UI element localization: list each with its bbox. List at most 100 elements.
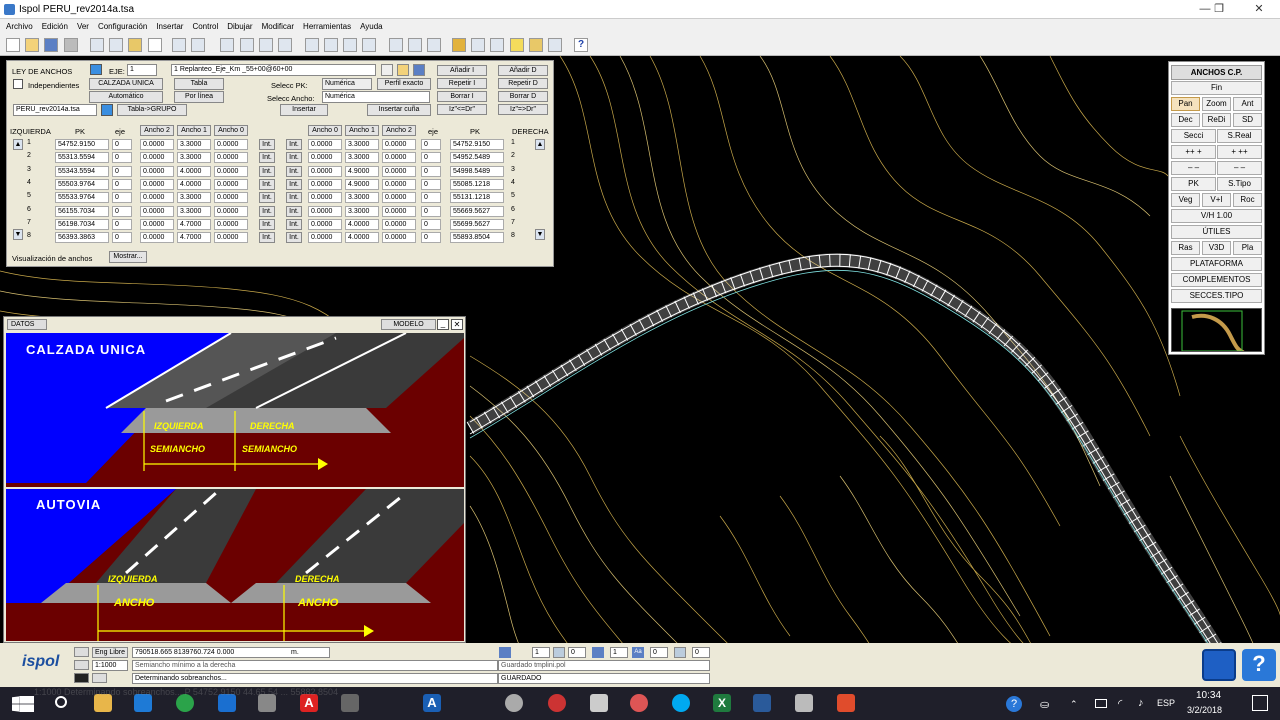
help-icon[interactable]: ? (574, 38, 588, 52)
left-cell[interactable]: 55503.9764 (55, 178, 109, 190)
left-scroll-up[interactable]: ▲ (13, 139, 23, 150)
calculator-icon[interactable] (427, 38, 441, 52)
left-cell[interactable]: 4.0000 (177, 165, 211, 177)
left-cell[interactable]: 3.3000 (177, 205, 211, 217)
left-cell[interactable]: 0 (112, 232, 132, 244)
datos-tab[interactable]: DATOS (7, 319, 47, 330)
ant-button[interactable]: Ant (1233, 97, 1262, 111)
left-cell[interactable]: 0.0000 (214, 218, 248, 230)
right-cell[interactable]: 0 (421, 192, 441, 204)
secces-tipo-section[interactable]: SECCES.TIPO (1171, 289, 1262, 303)
layers-icon[interactable] (389, 38, 403, 52)
eng-libre-button[interactable]: Eng Libre (92, 647, 128, 658)
right-cell[interactable]: 0.0000 (308, 232, 342, 244)
folder-tool-icon[interactable] (529, 38, 543, 52)
window-taskbar-icon[interactable] (795, 694, 813, 712)
view-plan-icon[interactable] (305, 38, 319, 52)
close-button[interactable]: ✕ (1244, 2, 1274, 17)
select-icon[interactable] (548, 38, 562, 52)
open-folder-icon[interactable] (25, 38, 39, 52)
recorder-taskbar-icon[interactable] (837, 694, 855, 712)
independientes-checkbox[interactable] (13, 79, 23, 89)
repetir-i-button[interactable]: Repetir I (437, 78, 487, 89)
check-icon[interactable] (92, 673, 107, 683)
left-cell[interactable]: 0.0000 (214, 178, 248, 190)
redo-icon[interactable] (191, 38, 205, 52)
right-int-button[interactable]: Int. (286, 165, 302, 177)
media-icon[interactable] (548, 694, 566, 712)
left-cell[interactable]: 0.0000 (140, 232, 174, 244)
text-size-icon[interactable]: Aa (632, 647, 644, 658)
pla-button[interactable]: Pla (1233, 241, 1262, 255)
right-cell[interactable]: 4.9000 (345, 178, 379, 190)
status-value-5[interactable]: 0 (692, 647, 710, 658)
right-cell[interactable]: 3.3000 (345, 205, 379, 217)
left-int-button[interactable]: Int. (259, 139, 275, 150)
left-cell[interactable]: 55533.9764 (55, 192, 109, 204)
right-cell[interactable]: 0.0000 (308, 178, 342, 190)
archivo-field[interactable]: PERU_rev2014a.tsa (13, 104, 97, 116)
status-value-4[interactable]: 0 (650, 647, 668, 658)
tabla-grupo-button[interactable]: Tabla->GRUPO (117, 104, 187, 116)
right-cell[interactable]: 0.0000 (382, 178, 416, 190)
minusminus-button[interactable]: – – (1217, 161, 1262, 175)
notifications-icon[interactable] (1252, 695, 1268, 711)
right-cell[interactable]: 54998.5489 (450, 165, 504, 177)
scale-field[interactable]: 1:1000 (92, 660, 128, 671)
secci-button[interactable]: Secci (1171, 129, 1216, 143)
left-scroll-down[interactable]: ▼ (13, 229, 23, 240)
delete-icon[interactable] (148, 38, 162, 52)
left-int-button[interactable]: Int. (259, 205, 275, 217)
plus-button[interactable]: ++ + (1171, 145, 1216, 159)
zoom-button[interactable]: Zoom (1202, 97, 1231, 111)
v3d-button[interactable]: V3D (1202, 241, 1231, 255)
status-value-3[interactable]: 1 (610, 647, 628, 658)
left-cell[interactable]: 0 (112, 218, 132, 230)
sreal-button[interactable]: S.Real (1217, 129, 1262, 143)
print-icon[interactable] (64, 38, 78, 52)
eje-input[interactable]: 1 (127, 64, 157, 76)
izq-to-der-button[interactable]: Iz"=>Dr" (498, 104, 548, 115)
left-cell[interactable]: 0.0000 (140, 192, 174, 204)
minimize-datos-button[interactable]: _ (437, 319, 449, 330)
left-cell[interactable]: 0.0000 (214, 139, 248, 150)
left-cell[interactable]: 0.0000 (214, 192, 248, 204)
right-cell[interactable]: 3.3000 (345, 192, 379, 204)
left-int-button[interactable]: Int. (259, 192, 275, 204)
view-section-icon[interactable] (343, 38, 357, 52)
zoom-all-icon[interactable] (240, 38, 254, 52)
left-cell[interactable]: 3.3000 (177, 139, 211, 150)
plataforma-section[interactable]: PLATAFORMA (1171, 257, 1262, 271)
right-cell[interactable]: 3.3000 (345, 139, 379, 150)
insertar-button[interactable]: Insertar (280, 104, 328, 116)
right-cell[interactable]: 4.0000 (345, 232, 379, 244)
right-cell[interactable]: 4.9000 (345, 165, 379, 177)
left-cell[interactable]: 55313.5594 (55, 152, 109, 164)
right-ancho1-header[interactable]: Ancho 1 (345, 125, 379, 136)
left-int-button[interactable]: Int. (259, 165, 275, 177)
pan-button[interactable]: Pan (1171, 97, 1200, 111)
vh-button[interactable]: V/H 1.00 (1171, 209, 1262, 223)
cut-icon[interactable] (90, 38, 104, 52)
save-icon[interactable] (44, 38, 58, 52)
redi-button[interactable]: ReDi (1202, 113, 1231, 127)
right-cell[interactable]: 55669.5627 (450, 205, 504, 217)
left-cell[interactable]: 0.0000 (140, 205, 174, 217)
right-cell[interactable]: 0 (421, 165, 441, 177)
selecc-pk-select[interactable]: Numérica (322, 78, 372, 90)
style-icon[interactable] (499, 647, 511, 658)
pk-button[interactable]: PK (1171, 177, 1216, 191)
archivo-icon[interactable] (101, 104, 113, 116)
anadir-d-button[interactable]: Añadir D (498, 65, 548, 76)
left-cell[interactable]: 56155.7034 (55, 205, 109, 217)
roc-button[interactable]: Roc (1233, 193, 1262, 207)
printer-taskbar-icon[interactable] (590, 694, 608, 712)
help-big-icon[interactable]: ? (1242, 649, 1276, 681)
automatico-button[interactable]: Automático (89, 91, 163, 103)
image-icon[interactable] (471, 38, 485, 52)
right-cell[interactable]: 0.0000 (308, 205, 342, 217)
status-value-1[interactable]: 1 (532, 647, 550, 658)
excel-icon[interactable]: X (713, 694, 731, 712)
left-cell[interactable]: 54752.9150 (55, 139, 109, 150)
osnap-icon[interactable] (74, 647, 89, 657)
